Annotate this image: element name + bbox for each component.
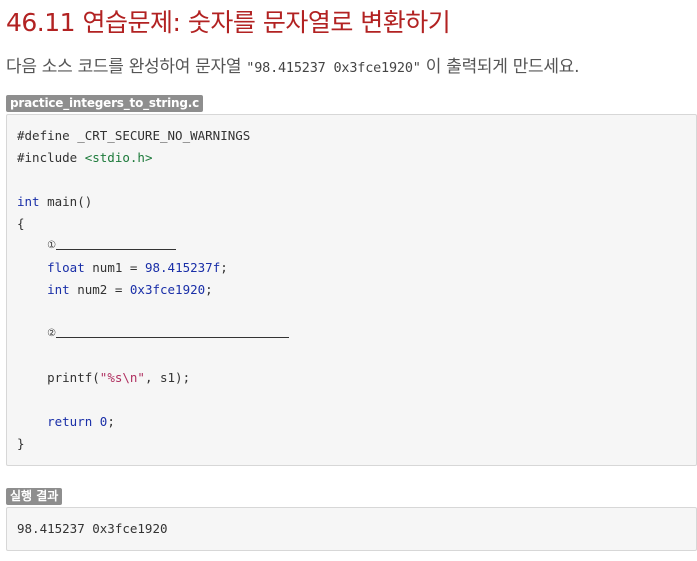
code-text: #include [17,150,85,165]
source-code-block[interactable]: #define _CRT_SECURE_NO_WARNINGS #include… [6,114,697,466]
code-line-15: } [17,433,686,455]
code-text: ; [220,260,228,275]
section-title: 연습문제: 숫자를 문자열로 변환하기 [82,8,451,37]
code-keyword: return [47,414,93,429]
blank-marker-2: ② [47,328,57,339]
code-text: main() [39,194,93,209]
code-line-8: int num2 = 0x3fce1920; [17,279,686,301]
code-text: num1 = [84,260,145,275]
code-line-14: return 0; [17,411,686,433]
code-text: num2 = [69,282,130,297]
page: 46.11 연습문제: 숫자를 문자열로 변환하기 다음 소스 코드를 완성하여… [0,0,697,551]
description-text-after: 이 출력되게 만드세요. [420,57,580,77]
code-text: printf( [47,370,100,385]
code-line-12: printf("%s\n", s1); [17,367,686,389]
code-keyword: int [17,194,40,209]
code-text: ; [205,282,213,297]
section-number: 46.11 [6,8,76,37]
code-include-header: <stdio.h> [84,150,153,165]
description-inline-code: "98.415237 0x3fce1920" [246,60,421,76]
code-keyword: int [47,282,70,297]
result-label: 실행 결과 [6,488,63,505]
result-output-block[interactable]: 98.415237 0x3fce1920 [6,507,697,551]
code-line-2: #include <stdio.h> [17,147,686,169]
code-line-10: ② [17,323,686,345]
code-text: ; [107,414,115,429]
description-text-before: 다음 소스 코드를 완성하여 문자열 [6,57,247,77]
code-line-7: float num1 = 98.415237f; [17,257,686,279]
code-number: 0x3fce1920 [129,282,206,297]
fill-in-blank-2[interactable] [56,324,290,338]
code-text: { [17,216,25,231]
result-output: 98.415237 0x3fce1920 [17,521,168,536]
exercise-description: 다음 소스 코드를 완성하여 문자열 "98.415237 0x3fce1920… [6,52,697,83]
code-line-4: int main() [17,191,686,213]
blank-marker-1: ① [47,240,57,251]
code-line-5: { [17,213,686,235]
code-keyword: float [47,260,85,275]
code-line-6: ① [17,235,686,257]
code-text: #define _CRT_SECURE_NO_WARNINGS [17,128,251,143]
code-line-1: #define _CRT_SECURE_NO_WARNINGS [17,125,686,147]
code-text: } [17,436,25,451]
source-file-label: practice_integers_to_string.c [6,95,204,112]
fill-in-blank-1[interactable] [56,236,177,250]
code-string: "%s\n" [99,370,145,385]
code-text: , s1); [144,370,191,385]
code-number: 98.415237f [144,260,221,275]
page-title: 46.11 연습문제: 숫자를 문자열로 변환하기 [6,0,697,44]
